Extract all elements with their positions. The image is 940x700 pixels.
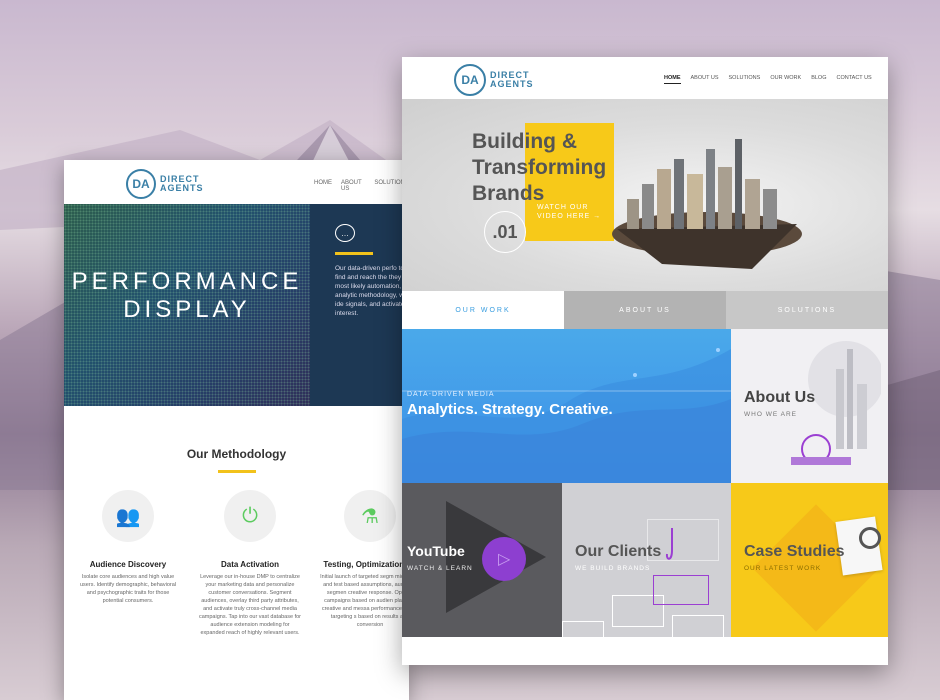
back-nav-bar: DA DIRECT AGENTS HOME ABOUT US SOLUTIONS	[64, 160, 409, 205]
youtube-subtitle: WATCH & LEARN	[407, 565, 473, 572]
feature-audience-discovery: 👥 Audience Discovery Isolate core audien…	[76, 490, 180, 605]
headline-line1: Building &	[472, 130, 577, 153]
methodology-divider	[218, 470, 256, 473]
clients-subtitle: WE BUILD BRANDS	[575, 565, 651, 572]
logo-mark-icon: DA	[126, 169, 156, 199]
hero-title-line2: DISPLAY	[123, 296, 251, 323]
youtube-tile[interactable]: ▷ YouTube WATCH & LEARN	[402, 483, 562, 637]
menu-contact-us[interactable]: CONTACT US	[836, 75, 871, 84]
chat-bubble-icon: …	[335, 224, 355, 242]
feature-text: Leverage our in-house DMP to centralize …	[198, 574, 302, 636]
flask-icon: ⚗	[344, 490, 396, 542]
slide-number: .01	[484, 211, 526, 253]
section-tabs: OUR WORK ABOUT US SOLUTIONS	[402, 291, 888, 329]
back-logo[interactable]: DA DIRECT AGENTS	[126, 169, 204, 199]
front-page-screenshot: DA DIRECT AGENTS HOME ABOUT US SOLUTIONS…	[402, 57, 888, 665]
logo-text: DIRECT AGENTS	[490, 71, 534, 89]
cases-subtitle: OUR LATEST WORK	[744, 565, 822, 572]
back-menu-home[interactable]: HOME	[314, 180, 332, 192]
outline-box	[672, 615, 724, 637]
front-menu: HOME ABOUT US SOLUTIONS OUR WORK BLOG CO…	[664, 75, 872, 84]
tab-our-work[interactable]: OUR WORK	[402, 291, 564, 329]
hero-paragraph: Our data-driven perfo to find and reach …	[335, 265, 409, 317]
case-studies-tile[interactable]: Case Studies OUR LATEST WORK	[731, 483, 888, 637]
feature-text: Initial launch of targeted segm microsit…	[320, 574, 409, 628]
logo-line2: AGENTS	[490, 79, 534, 89]
back-hero: PERFORMANCE DISPLAY … Our data-driven pe…	[64, 204, 409, 406]
city-sketch-icon	[791, 341, 881, 465]
users-icon: 👥	[102, 490, 154, 542]
performance-display-banner: PERFORMANCE DISPLAY	[64, 204, 310, 406]
feature-title: Audience Discovery	[89, 560, 167, 569]
tab-solutions[interactable]: SOLUTIONS	[726, 291, 888, 329]
feature-data-activation: ⏻ Data Activation Leverage our in-house …	[198, 490, 302, 637]
feature-testing: ⚗ Testing, Optimizations & Initial launc…	[318, 490, 409, 629]
about-us-tile[interactable]: About Us WHO WE ARE	[731, 329, 888, 483]
analytics-tag: DATA-DRIVEN MEDIA	[407, 391, 495, 398]
methodology-title: Our Methodology	[186, 447, 287, 461]
floating-city-image	[612, 139, 802, 269]
about-title: About Us	[744, 389, 816, 406]
play-button-icon[interactable]: ▷	[482, 537, 526, 581]
menu-solutions[interactable]: SOLUTIONS	[729, 75, 761, 84]
magnifier-icon	[859, 527, 881, 549]
menu-about-us[interactable]: ABOUT US	[691, 75, 719, 84]
our-clients-tile[interactable]: Our Clients WE BUILD BRANDS	[562, 483, 731, 637]
menu-our-work[interactable]: OUR WORK	[770, 75, 801, 84]
about-subtitle: WHO WE ARE	[744, 411, 797, 418]
hero-side-panel: … Our data-driven perfo to find and reac…	[310, 204, 409, 406]
analytics-tile[interactable]: DATA-DRIVEN MEDIA Analytics. Strategy. C…	[402, 329, 731, 483]
play-glyph: ▷	[498, 551, 511, 568]
menu-home[interactable]: HOME	[664, 75, 681, 84]
outline-box	[562, 621, 604, 637]
youtube-title: YouTube	[407, 543, 465, 559]
clients-title: Our Clients	[575, 543, 662, 560]
analytics-title: Analytics. Strategy. Creative.	[407, 401, 613, 418]
front-hero: Building & Transforming Brands WATCH OUR…	[402, 99, 888, 291]
back-menu-about[interactable]: ABOUT US	[341, 180, 365, 192]
crane-hook-icon	[665, 528, 673, 560]
watch-line1: WATCH OUR	[537, 204, 589, 211]
feature-title: Testing, Optimizations &	[323, 560, 409, 569]
logo-line2: AGENTS	[160, 183, 204, 193]
feature-title: Data Activation	[221, 560, 279, 569]
watch-video-link[interactable]: WATCH OUR VIDEO HERE →	[537, 203, 601, 221]
yellow-divider	[335, 252, 373, 255]
front-logo[interactable]: DA DIRECT AGENTS	[454, 64, 534, 96]
hanging-box-icon	[653, 575, 709, 605]
hero-headline: Building & Transforming Brands	[472, 129, 606, 207]
headline-line2: Transforming	[472, 156, 607, 179]
menu-blog[interactable]: BLOG	[811, 75, 826, 84]
tab-about-us[interactable]: ABOUT US	[564, 291, 726, 329]
back-menu: HOME ABOUT US SOLUTIONS	[314, 180, 409, 192]
feature-text: Isolate core audiences and high value us…	[80, 574, 176, 604]
power-icon: ⏻	[224, 490, 276, 542]
logo-text: DIRECT AGENTS	[160, 175, 204, 193]
logo-mark-icon: DA	[454, 64, 486, 96]
cases-title: Case Studies	[744, 543, 845, 560]
front-nav-bar: DA DIRECT AGENTS HOME ABOUT US SOLUTIONS…	[402, 57, 888, 99]
back-page-screenshot: DA DIRECT AGENTS HOME ABOUT US SOLUTIONS…	[64, 160, 409, 700]
hero-title-line1: PERFORMANCE	[71, 268, 303, 295]
watch-line2: VIDEO HERE →	[537, 213, 602, 220]
